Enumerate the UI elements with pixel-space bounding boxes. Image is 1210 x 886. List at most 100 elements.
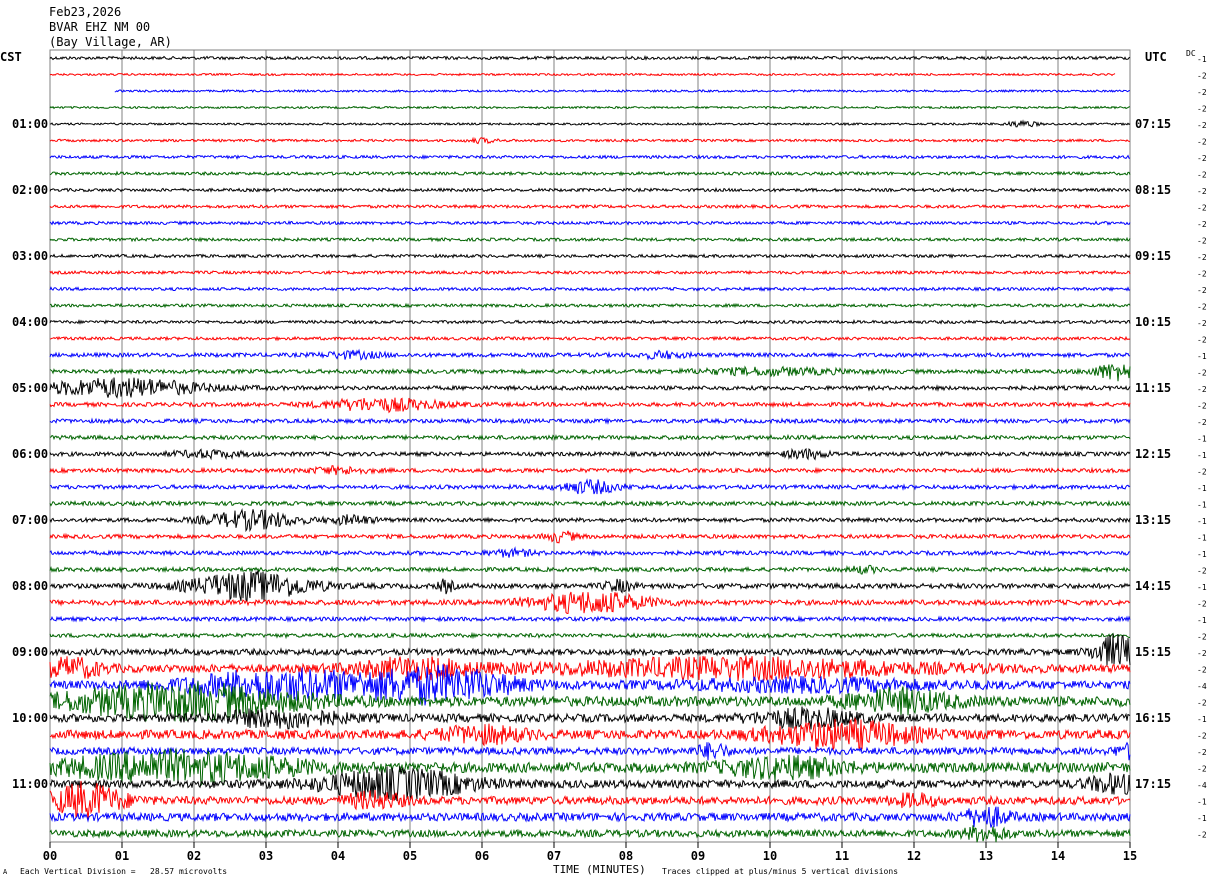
dc-offset-label: -2 xyxy=(1197,336,1207,345)
x-tick-label: 01 xyxy=(115,849,129,863)
trace-row xyxy=(49,72,1116,77)
dc-offset-label: -2 xyxy=(1197,402,1207,411)
trace-row xyxy=(49,478,1131,495)
trace-row xyxy=(49,564,1131,575)
trace-row xyxy=(49,119,1131,128)
left-hour-label: 06:00 xyxy=(12,447,48,461)
dc-offset-label: -1 xyxy=(1197,534,1207,543)
dc-offset-label: -2 xyxy=(1197,732,1207,741)
dc-offset-label: -2 xyxy=(1197,138,1207,147)
trace-row xyxy=(49,633,1131,666)
dc-offset-label: -2 xyxy=(1197,666,1207,675)
trace-row xyxy=(49,136,1130,145)
trace-row xyxy=(49,220,1131,226)
dc-offset-label: -2 xyxy=(1197,567,1207,576)
right-hour-label: 11:15 xyxy=(1135,381,1171,395)
trace-row xyxy=(49,203,1131,210)
trace-row xyxy=(49,806,1131,828)
dc-offset-label: -2 xyxy=(1197,649,1207,658)
x-tick-label: 06 xyxy=(475,849,489,863)
dc-offset-label: -2 xyxy=(1197,418,1207,427)
dc-offset-label: -2 xyxy=(1197,270,1207,279)
trace-row xyxy=(49,335,1131,342)
right-hour-label: 13:15 xyxy=(1135,513,1171,527)
dc-offset-label: -2 xyxy=(1197,237,1207,246)
trace-row xyxy=(49,154,1131,160)
dc-offset-label: -1 xyxy=(1197,616,1207,625)
dc-offset-label: -1 xyxy=(1197,517,1207,526)
trace-row xyxy=(49,377,1131,399)
trace-row xyxy=(114,88,1130,94)
trace-row xyxy=(50,615,1131,623)
dc-offset-label: -2 xyxy=(1197,765,1207,774)
trace-row xyxy=(49,417,1131,425)
trace-row xyxy=(49,530,1131,544)
dc-offset-label: -2 xyxy=(1197,319,1207,328)
dc-offset-label: -2 xyxy=(1197,72,1207,81)
x-tick-label: 13 xyxy=(979,849,993,863)
right-hour-label: 08:15 xyxy=(1135,183,1171,197)
dc-offset-label: -2 xyxy=(1197,303,1207,312)
corner-mark: A xyxy=(3,868,8,876)
x-tick-label: 07 xyxy=(547,849,561,863)
dc-offset-label: -1 xyxy=(1197,583,1207,592)
trace-row xyxy=(49,319,1131,325)
left-hour-label: 04:00 xyxy=(12,315,48,329)
trace-row xyxy=(49,433,1131,442)
right-hour-label: 15:15 xyxy=(1135,645,1171,659)
trace-row xyxy=(49,508,1131,533)
left-hour-label: 11:00 xyxy=(12,777,48,791)
left-hour-label: 09:00 xyxy=(12,645,48,659)
trace-row xyxy=(49,54,1131,61)
x-axis-title: TIME (MINUTES) xyxy=(553,863,646,876)
grid xyxy=(49,49,1131,848)
x-tick-label: 05 xyxy=(403,849,417,863)
x-tick-label: 04 xyxy=(331,849,345,863)
x-tick-label: 15 xyxy=(1123,849,1137,863)
dc-offset-label: -2 xyxy=(1197,105,1207,114)
right-hour-label: 07:15 xyxy=(1135,117,1171,131)
trace-row xyxy=(49,748,1131,787)
dc-offset-label: -1 xyxy=(1197,55,1207,64)
dc-offset-label: -1 xyxy=(1197,451,1207,460)
dc-offset-label: -2 xyxy=(1197,385,1207,394)
right-hour-label: 16:15 xyxy=(1135,711,1171,725)
dc-offset-label: -2 xyxy=(1197,204,1207,213)
trace-row xyxy=(49,741,1131,761)
dc-offset-label: -1 xyxy=(1197,715,1207,724)
trace-row xyxy=(49,269,1131,276)
x-tick-label: 03 xyxy=(259,849,273,863)
dc-offset-label: -2 xyxy=(1197,171,1207,180)
x-tick-label: 09 xyxy=(691,849,705,863)
x-tick-label: 02 xyxy=(187,849,201,863)
trace-row xyxy=(49,170,1131,177)
dc-offset-label: -2 xyxy=(1197,88,1207,97)
right-hour-label: 17:15 xyxy=(1135,777,1171,791)
trace-row xyxy=(49,253,1131,260)
dc-offset-label: -1 xyxy=(1197,484,1207,493)
right-hour-label: 12:15 xyxy=(1135,447,1171,461)
x-tick-label: 08 xyxy=(619,849,633,863)
dc-offset-label: -2 xyxy=(1197,468,1207,477)
trace-row xyxy=(49,302,1131,309)
dc-offset-label: -1 xyxy=(1197,798,1207,807)
x-tick-label: 11 xyxy=(835,849,849,863)
seismic-traces xyxy=(49,54,1131,843)
trace-row xyxy=(49,397,1131,414)
left-hour-label: 08:00 xyxy=(12,579,48,593)
right-hour-label: 10:15 xyxy=(1135,315,1171,329)
dc-offset-label: -2 xyxy=(1197,154,1207,163)
right-hour-label: 09:15 xyxy=(1135,249,1171,263)
left-hour-label: 10:00 xyxy=(12,711,48,725)
dc-offset-label: -2 xyxy=(1197,600,1207,609)
trace-row xyxy=(49,825,1131,843)
trace-row xyxy=(49,499,1131,508)
x-tick-label: 14 xyxy=(1051,849,1065,863)
x-tick-label: 10 xyxy=(763,849,777,863)
scale-note: Each Vertical Division = 28.57 microvolt… xyxy=(20,867,228,876)
dc-offset-label: -2 xyxy=(1197,748,1207,757)
left-hour-label: 01:00 xyxy=(12,117,48,131)
dc-offset-label: -2 xyxy=(1197,187,1207,196)
trace-row xyxy=(49,186,1131,193)
dc-offset-label: -4 xyxy=(1197,781,1207,790)
